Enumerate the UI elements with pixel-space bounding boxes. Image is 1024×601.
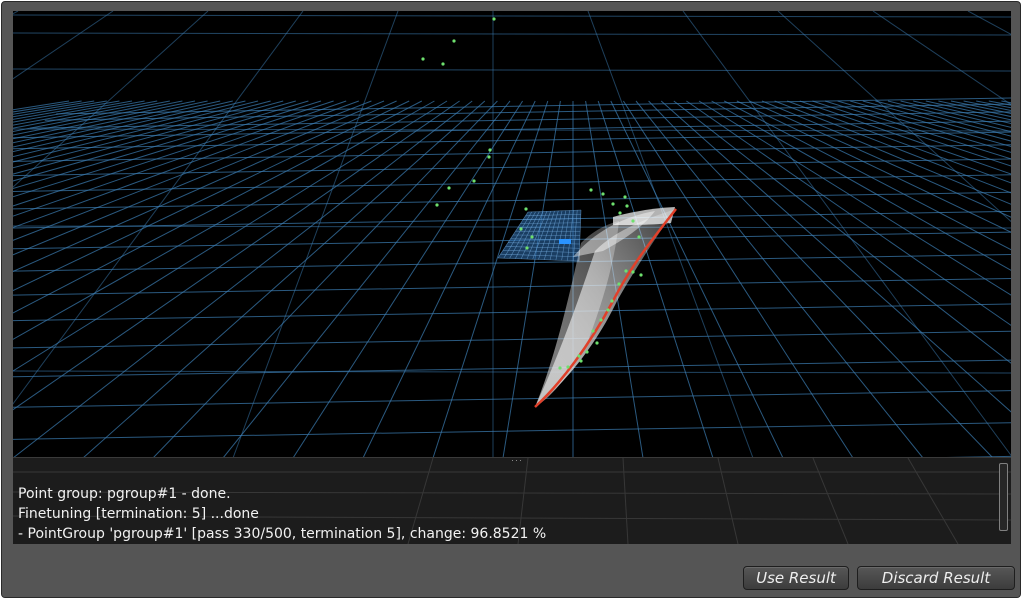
cloud-point	[623, 195, 627, 199]
cloud-point	[625, 204, 629, 208]
log-line: Finetuning [termination: 5] ...done	[18, 506, 259, 522]
cloud-point	[577, 354, 581, 358]
3d-viewport[interactable]	[13, 11, 1011, 458]
cloud-point	[435, 203, 439, 207]
cloud-point	[452, 39, 456, 43]
cloud-point	[589, 188, 593, 192]
dialog-button-bar: Use Result Discard Result	[2, 550, 1020, 597]
cloud-point	[617, 282, 621, 286]
cloud-point	[631, 270, 635, 274]
cloud-point	[610, 299, 614, 303]
cloud-point	[639, 273, 643, 277]
cloud-point	[631, 219, 635, 223]
discard-result-button[interactable]: Discard Result	[857, 566, 1015, 590]
viewport-canvas[interactable]	[13, 11, 1011, 458]
fitting-result-window: ··· Point group: pgroup#1 - done. Finetu…	[1, 1, 1021, 598]
log-output-panel: ··· Point group: pgroup#1 - done. Finetu…	[13, 457, 1011, 544]
cloud-point	[441, 62, 445, 66]
cloud-point	[624, 269, 628, 273]
panel-splitter-handle[interactable]: ···	[511, 458, 523, 465]
cloud-point	[472, 179, 476, 183]
surface-handle	[559, 239, 571, 244]
cloud-point	[591, 329, 595, 333]
ground-grid-near	[13, 97, 1011, 458]
cloud-point	[519, 227, 523, 231]
cloud-point	[488, 148, 492, 152]
cloud-point	[585, 350, 589, 354]
use-result-button[interactable]: Use Result	[743, 566, 849, 590]
cloud-point	[601, 192, 605, 196]
log-line: Point group: pgroup#1 - done.	[18, 486, 231, 502]
cloud-point	[599, 318, 603, 322]
cloud-point	[487, 155, 491, 159]
cloud-point	[606, 308, 610, 312]
cloud-point	[618, 211, 622, 215]
cloud-point	[637, 235, 641, 239]
cloud-point	[525, 246, 529, 250]
cloud-point	[421, 57, 425, 61]
cloud-point	[524, 207, 528, 211]
cloud-point	[530, 235, 534, 239]
log-line: - PointGroup 'pgroup#1' [pass 330/500, t…	[18, 526, 547, 542]
cloud-point	[447, 186, 451, 190]
cloud-point	[492, 17, 496, 21]
cloud-point	[579, 359, 583, 363]
cloud-point	[566, 365, 570, 369]
log-scrollbar[interactable]	[999, 463, 1008, 531]
cloud-point	[595, 341, 599, 345]
cloud-point	[558, 366, 562, 370]
log-text: Point group: pgroup#1 - done. Finetuning…	[18, 484, 991, 544]
cloud-point	[611, 202, 615, 206]
